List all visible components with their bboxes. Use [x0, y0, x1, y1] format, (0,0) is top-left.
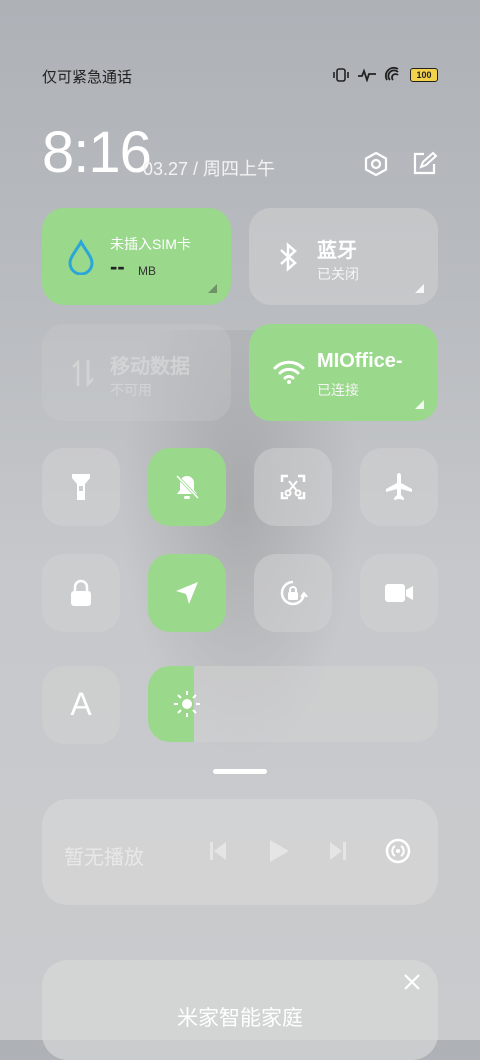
activity-icon	[358, 66, 376, 84]
font-size-toggle[interactable]: A	[42, 666, 120, 744]
rotation-lock-icon	[280, 580, 308, 606]
skip-previous-icon	[210, 842, 226, 860]
mobile-data-tile[interactable]: 移动数据 不可用	[42, 324, 231, 421]
skip-next-icon	[330, 842, 346, 860]
auto-rotate-toggle[interactable]	[254, 554, 332, 632]
bell-off-icon	[175, 474, 200, 500]
drag-handle[interactable]	[213, 769, 267, 774]
media-player-card: 暂无播放	[42, 799, 438, 905]
wifi-tile[interactable]: MIOffice- 已连接	[249, 324, 438, 421]
airplane-icon	[386, 473, 412, 500]
data-usage-unit: MB	[138, 264, 156, 278]
smart-home-title: 米家智能家庭	[177, 1007, 303, 1030]
flashlight-toggle[interactable]	[42, 448, 120, 526]
video-icon	[385, 584, 413, 602]
data-usage-value: --	[110, 254, 125, 279]
battery-icon: 100	[410, 68, 438, 82]
carrier-status: 仅可紧急通话	[42, 69, 133, 86]
brightness-icon	[174, 691, 200, 717]
smart-home-card[interactable]: 米家智能家庭	[42, 960, 438, 1060]
vibrate-icon	[332, 66, 350, 84]
lock-screen-toggle[interactable]	[42, 554, 120, 632]
lock-icon	[71, 579, 91, 606]
expand-corner	[208, 284, 217, 293]
clock-time: 8:16	[42, 120, 152, 185]
close-button[interactable]	[402, 972, 422, 992]
expand-corner	[415, 284, 424, 293]
cast-button[interactable]	[384, 837, 412, 865]
data-arrows-icon	[72, 358, 94, 388]
location-icon	[176, 582, 198, 604]
data-usage-tile[interactable]: 未插入SIM卡 -- MB	[42, 208, 231, 305]
screenshot-toggle[interactable]	[254, 448, 332, 526]
settings-icon[interactable]	[362, 150, 390, 178]
screenshot-icon	[280, 474, 306, 500]
hotspot-icon	[384, 66, 402, 84]
bluetooth-tile[interactable]: 蓝牙 已关闭	[249, 208, 438, 305]
wifi-status: 已连接	[317, 382, 359, 398]
date-text: 03.27 / 周四上午	[143, 159, 276, 179]
brightness-slider[interactable]	[148, 666, 438, 742]
media-status-label: 暂无播放	[64, 847, 144, 869]
bluetooth-status: 已关闭	[317, 266, 359, 282]
close-icon	[404, 974, 420, 990]
mobile-data-title: 移动数据	[110, 356, 190, 378]
wifi-network-name: MIOffice-	[317, 350, 403, 372]
screen-record-toggle[interactable]	[360, 554, 438, 632]
previous-track-button[interactable]	[204, 837, 232, 865]
edit-icon[interactable]	[410, 150, 438, 178]
next-track-button[interactable]	[324, 837, 352, 865]
bluetooth-icon	[280, 242, 297, 272]
play-icon	[270, 840, 289, 862]
mute-toggle[interactable]	[148, 448, 226, 526]
flashlight-icon	[72, 474, 90, 500]
status-icons: 100	[332, 66, 438, 84]
location-toggle[interactable]	[148, 554, 226, 632]
mobile-data-status: 不可用	[110, 382, 152, 398]
water-drop-icon	[68, 239, 94, 275]
cast-audio-icon	[385, 838, 411, 864]
font-size-label: A	[70, 686, 92, 722]
sim-status-label: 未插入SIM卡	[110, 236, 191, 252]
expand-corner	[415, 400, 424, 409]
wifi-icon	[273, 360, 305, 384]
airplane-toggle[interactable]	[360, 448, 438, 526]
bluetooth-title: 蓝牙	[317, 240, 357, 262]
play-button[interactable]	[264, 837, 292, 865]
